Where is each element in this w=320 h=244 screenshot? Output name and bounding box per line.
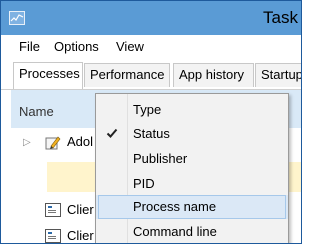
process-name: Adol — [67, 134, 94, 149]
menu-item-status[interactable]: Status — [96, 122, 288, 146]
checkmark-icon — [106, 127, 118, 142]
column-context-menu: Type Status Publisher PID Process name C… — [95, 93, 289, 243]
tab-strip: Processes Performance App history Startu… — [1, 59, 301, 90]
window-title: Task M — [263, 8, 301, 27]
menu-item-label: PID — [133, 176, 155, 191]
tab-processes[interactable]: Processes — [13, 62, 83, 89]
window-icon — [45, 203, 61, 217]
menu-item-publisher[interactable]: Publisher — [96, 147, 288, 171]
column-name-label: Name — [19, 104, 54, 119]
menu-view[interactable]: View — [116, 39, 144, 54]
pen-icon — [45, 135, 61, 150]
menu-file[interactable]: File — [19, 39, 40, 54]
process-name: Clier — [67, 228, 94, 243]
title-bar[interactable]: Task M — [1, 1, 301, 35]
menu-item-label: Command line — [133, 224, 217, 239]
menu-item-label: Status — [133, 126, 170, 141]
menu-item-pid[interactable]: PID — [96, 172, 288, 196]
menu-item-label: Type — [133, 102, 162, 117]
menu-options[interactable]: Options — [54, 39, 99, 54]
tab-performance[interactable]: Performance — [84, 63, 170, 87]
task-manager-window: Task M File Options View Processes Perfo… — [0, 0, 302, 244]
menu-bar: File Options View — [1, 35, 301, 59]
process-name: Clier — [67, 202, 94, 217]
menu-item-process-name[interactable]: Process name — [96, 195, 288, 219]
menu-item-label: Publisher — [133, 151, 188, 166]
menu-item-command-line[interactable]: Command line — [96, 220, 288, 243]
window-icon — [45, 229, 61, 243]
menu-item-label: Process name — [133, 199, 217, 214]
task-manager-icon — [9, 11, 25, 25]
menu-item-type[interactable]: Type — [96, 98, 288, 122]
tab-app-history[interactable]: App history — [173, 63, 254, 87]
expand-arrow-icon[interactable]: ▷ — [23, 137, 31, 148]
tab-startup[interactable]: Startup — [255, 63, 301, 87]
